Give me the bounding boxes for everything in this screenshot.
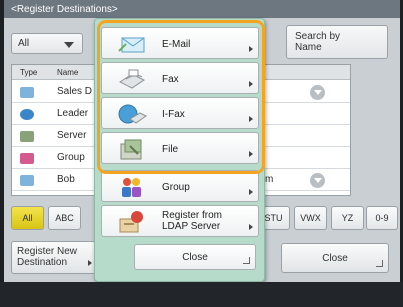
address-book-icon <box>20 87 34 98</box>
return-icon <box>243 257 250 264</box>
ifax-button[interactable]: I-Fax <box>101 97 259 129</box>
filter-yz[interactable]: YZ <box>331 206 364 230</box>
menu-label: I-Fax <box>162 109 185 120</box>
group-button[interactable]: Group <box>101 170 259 202</box>
arrow-right-icon <box>249 81 253 87</box>
menu-label-line1: Register from <box>162 210 223 221</box>
device-screen: <Register Destinations> All Search by Na… <box>4 0 400 282</box>
group-icon <box>122 178 141 197</box>
popup-close-label: Close <box>182 252 208 263</box>
close-button[interactable]: Close <box>281 243 389 273</box>
search-label-line2: Name <box>295 42 322 53</box>
menu-label: Fax <box>162 74 179 85</box>
popup-close-button[interactable]: Close <box>134 244 256 270</box>
page-title: <Register Destinations> <box>4 0 400 18</box>
dropdown-value: All <box>18 38 30 49</box>
menu-label: E-Mail <box>162 39 191 50</box>
return-icon <box>376 260 383 267</box>
email-icon <box>118 37 145 53</box>
arrow-right-icon <box>249 224 253 230</box>
filter-0-9[interactable]: 0-9 <box>366 206 398 230</box>
chevron-down-icon <box>64 42 74 48</box>
fax-button[interactable]: Fax <box>101 62 259 94</box>
file-icon <box>120 139 142 160</box>
column-type: Type <box>20 68 38 77</box>
row-name: Group <box>57 152 85 163</box>
filter-abc[interactable]: ABC <box>48 206 81 230</box>
search-by-name-button[interactable]: Search by Name <box>286 25 388 59</box>
register-from-ldap-button[interactable]: Register from LDAP Server <box>101 205 259 237</box>
close-label: Close <box>322 253 348 264</box>
register-new-destination-button[interactable]: Register New Destination <box>11 241 99 274</box>
register-label-line1: Register New <box>17 246 78 257</box>
search-label-line1: Search by <box>295 31 341 42</box>
email-button[interactable]: E-Mail <box>101 27 259 59</box>
register-label-line2: Destination <box>17 257 68 268</box>
fax-icon <box>119 69 145 89</box>
chevron-down-icon[interactable] <box>310 173 325 188</box>
menu-label-line2: LDAP Server <box>162 221 221 232</box>
menu-label: Group <box>162 182 190 193</box>
ifax-icon <box>118 104 147 124</box>
row-name: Leader <box>57 108 89 119</box>
leader-icon <box>20 109 34 120</box>
row-tail: m <box>265 174 274 185</box>
server-icon <box>20 131 34 142</box>
menu-label: File <box>162 144 179 155</box>
arrow-right-icon <box>249 116 253 122</box>
file-button[interactable]: File <box>101 132 259 164</box>
status-bar <box>0 282 403 307</box>
arrow-right-icon <box>249 151 253 157</box>
group-icon <box>20 153 34 164</box>
address-book-icon <box>20 175 34 186</box>
row-name: Bob <box>57 174 75 185</box>
column-name: Name <box>57 68 79 77</box>
menu-label: Register from LDAP Server <box>162 210 222 232</box>
ldap-server-icon <box>119 211 143 233</box>
row-name: Server <box>57 130 87 141</box>
arrow-right-icon <box>249 46 253 52</box>
arrow-right-icon <box>249 189 253 195</box>
chevron-down-icon[interactable] <box>310 85 325 100</box>
filter-all[interactable]: All <box>11 206 44 230</box>
filter-vwx[interactable]: VWX <box>294 206 327 230</box>
type-dropdown[interactable]: All <box>11 33 83 54</box>
row-name: Sales D <box>57 86 93 97</box>
arrow-right-icon <box>88 260 92 266</box>
